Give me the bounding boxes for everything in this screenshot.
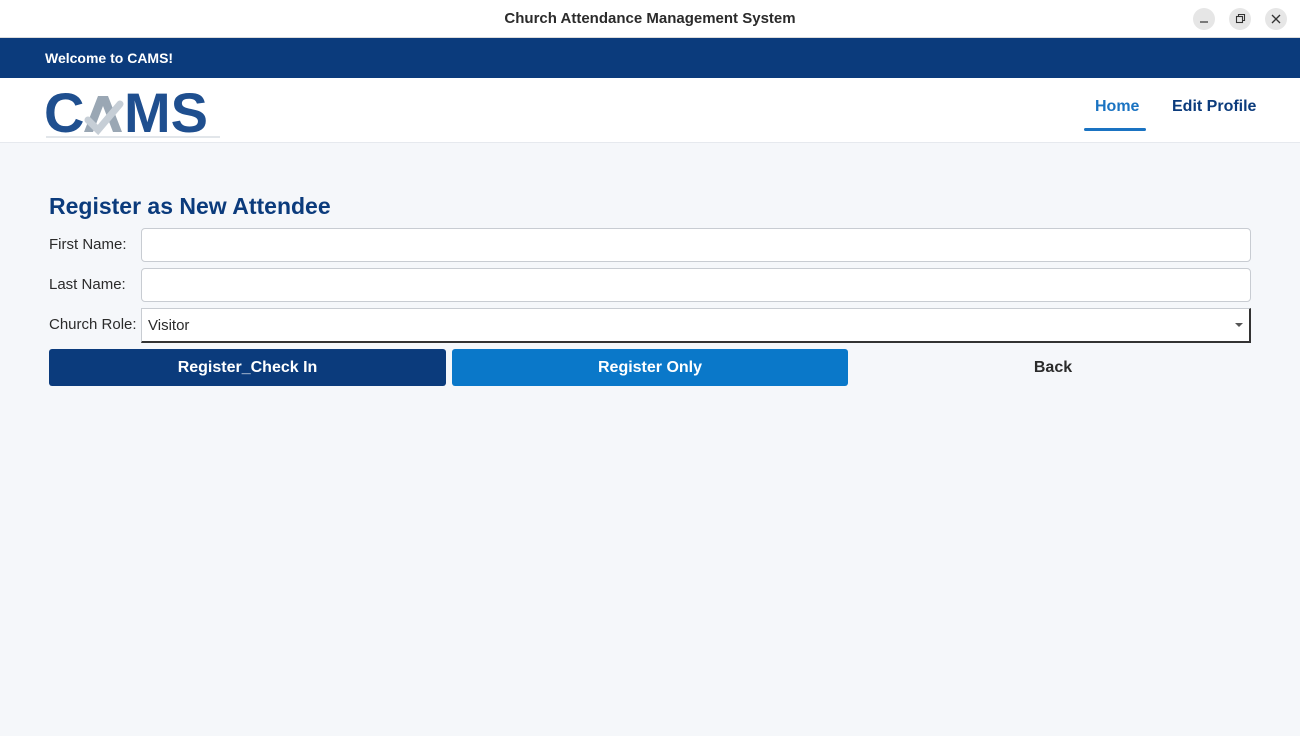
- close-icon: [1271, 14, 1281, 24]
- svg-text:C: C: [44, 84, 84, 138]
- last-name-field[interactable]: [141, 268, 1251, 302]
- title-bar: Church Attendance Management System: [0, 0, 1300, 38]
- minimize-button[interactable]: [1193, 8, 1215, 30]
- last-name-label: Last Name:: [49, 276, 126, 293]
- active-tab-indicator: [1084, 128, 1146, 131]
- church-role-select[interactable]: Visitor: [141, 308, 1251, 343]
- first-name-field[interactable]: [141, 228, 1251, 262]
- cams-logo: C MS: [44, 84, 220, 138]
- restore-button[interactable]: [1229, 8, 1251, 30]
- back-button[interactable]: Back: [855, 349, 1251, 386]
- church-role-value: Visitor: [148, 317, 190, 334]
- register-only-button[interactable]: Register Only: [452, 349, 848, 386]
- nav-edit-profile-tab[interactable]: Edit Profile: [1172, 98, 1256, 116]
- restore-icon: [1235, 13, 1246, 24]
- first-name-label: First Name:: [49, 236, 127, 253]
- close-button[interactable]: [1265, 8, 1287, 30]
- welcome-banner: Welcome to CAMS!: [0, 38, 1300, 78]
- chevron-down-icon: [1235, 323, 1243, 327]
- register-checkin-button[interactable]: Register_Check In: [49, 349, 446, 386]
- form-heading: Register as New Attendee: [49, 193, 331, 219]
- svg-text:MS: MS: [124, 84, 208, 138]
- window-title: Church Attendance Management System: [504, 10, 796, 27]
- church-role-label: Church Role:: [49, 316, 137, 333]
- nav-home-tab[interactable]: Home: [1095, 98, 1139, 116]
- minimize-icon: [1200, 21, 1208, 23]
- top-nav: C MS Home Edit Profile: [0, 78, 1300, 143]
